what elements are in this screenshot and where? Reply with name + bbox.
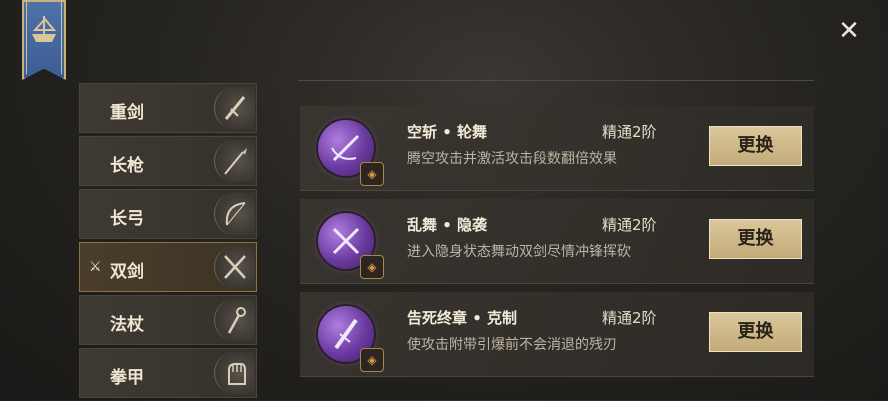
skill-level: 精通2阶	[602, 123, 657, 141]
weapon-tab-staff[interactable]: 法杖	[79, 295, 257, 345]
gauntlet-icon	[214, 352, 255, 394]
weapon-tab-label: 长弓	[110, 209, 144, 229]
skill-row: ◈ 乱舞 • 隐袭 精通2阶 进入隐身状态舞动双剑尽情冲锋挥砍 更换	[300, 199, 814, 284]
weapon-tab-gauntlet[interactable]: 拳甲	[79, 348, 257, 398]
weapon-tab-label: 双剑	[110, 262, 144, 282]
skill-type-badge-icon: ◈	[360, 255, 384, 279]
swap-skill-button[interactable]: 更换	[709, 312, 802, 352]
spear-icon	[214, 140, 255, 182]
skill-type-badge-icon: ◈	[360, 162, 384, 186]
skill-description: 腾空攻击并激活攻击段数翻倍效果	[407, 151, 617, 167]
greatsword-icon	[214, 87, 255, 129]
skill-name: 告死终章 • 克制	[407, 309, 518, 327]
skill-name: 乱舞 • 隐袭	[407, 216, 488, 234]
swap-skill-button[interactable]: 更换	[709, 126, 802, 166]
weapon-tab-label: 法杖	[110, 315, 144, 335]
crossed-swords-icon: ⚔	[89, 259, 102, 275]
weapon-tab-greatsword[interactable]: 重剑	[79, 83, 257, 133]
weapon-tab-spear[interactable]: 长枪	[79, 136, 257, 186]
skill-row: ◈ 空斩 • 轮舞 精通2阶 腾空攻击并激活攻击段数翻倍效果 更换	[300, 106, 814, 191]
weapon-tab-longbow[interactable]: 长弓	[79, 189, 257, 239]
longbow-icon	[214, 193, 255, 235]
weapon-tab-label: 重剑	[110, 103, 144, 123]
guild-banner	[22, 0, 66, 80]
staff-icon	[214, 299, 255, 341]
skill-type-badge-icon: ◈	[360, 348, 384, 372]
weapon-tab-dual-swords[interactable]: ⚔ 双剑	[79, 242, 257, 292]
skill-level: 精通2阶	[602, 216, 657, 234]
weapon-tab-label: 拳甲	[110, 368, 144, 388]
ship-emblem-icon	[32, 16, 57, 42]
skill-description: 使攻击附带引爆前不会消退的残刃	[407, 337, 617, 353]
weapon-sidebar: 重剑 长枪 长弓 ⚔ 双剑 法杖 拳甲	[79, 83, 257, 401]
dual-swords-icon	[214, 246, 255, 288]
skill-name: 空斩 • 轮舞	[407, 123, 488, 141]
skill-description: 进入隐身状态舞动双剑尽情冲锋挥砍	[407, 244, 631, 260]
skill-row: ◈ 告死终章 • 克制 精通2阶 使攻击附带引爆前不会消退的残刃 更换	[300, 292, 814, 377]
close-button[interactable]: ✕	[836, 18, 862, 44]
skill-level: 精通2阶	[602, 309, 657, 327]
swap-skill-button[interactable]: 更换	[709, 219, 802, 259]
weapon-tab-label: 长枪	[110, 156, 144, 176]
